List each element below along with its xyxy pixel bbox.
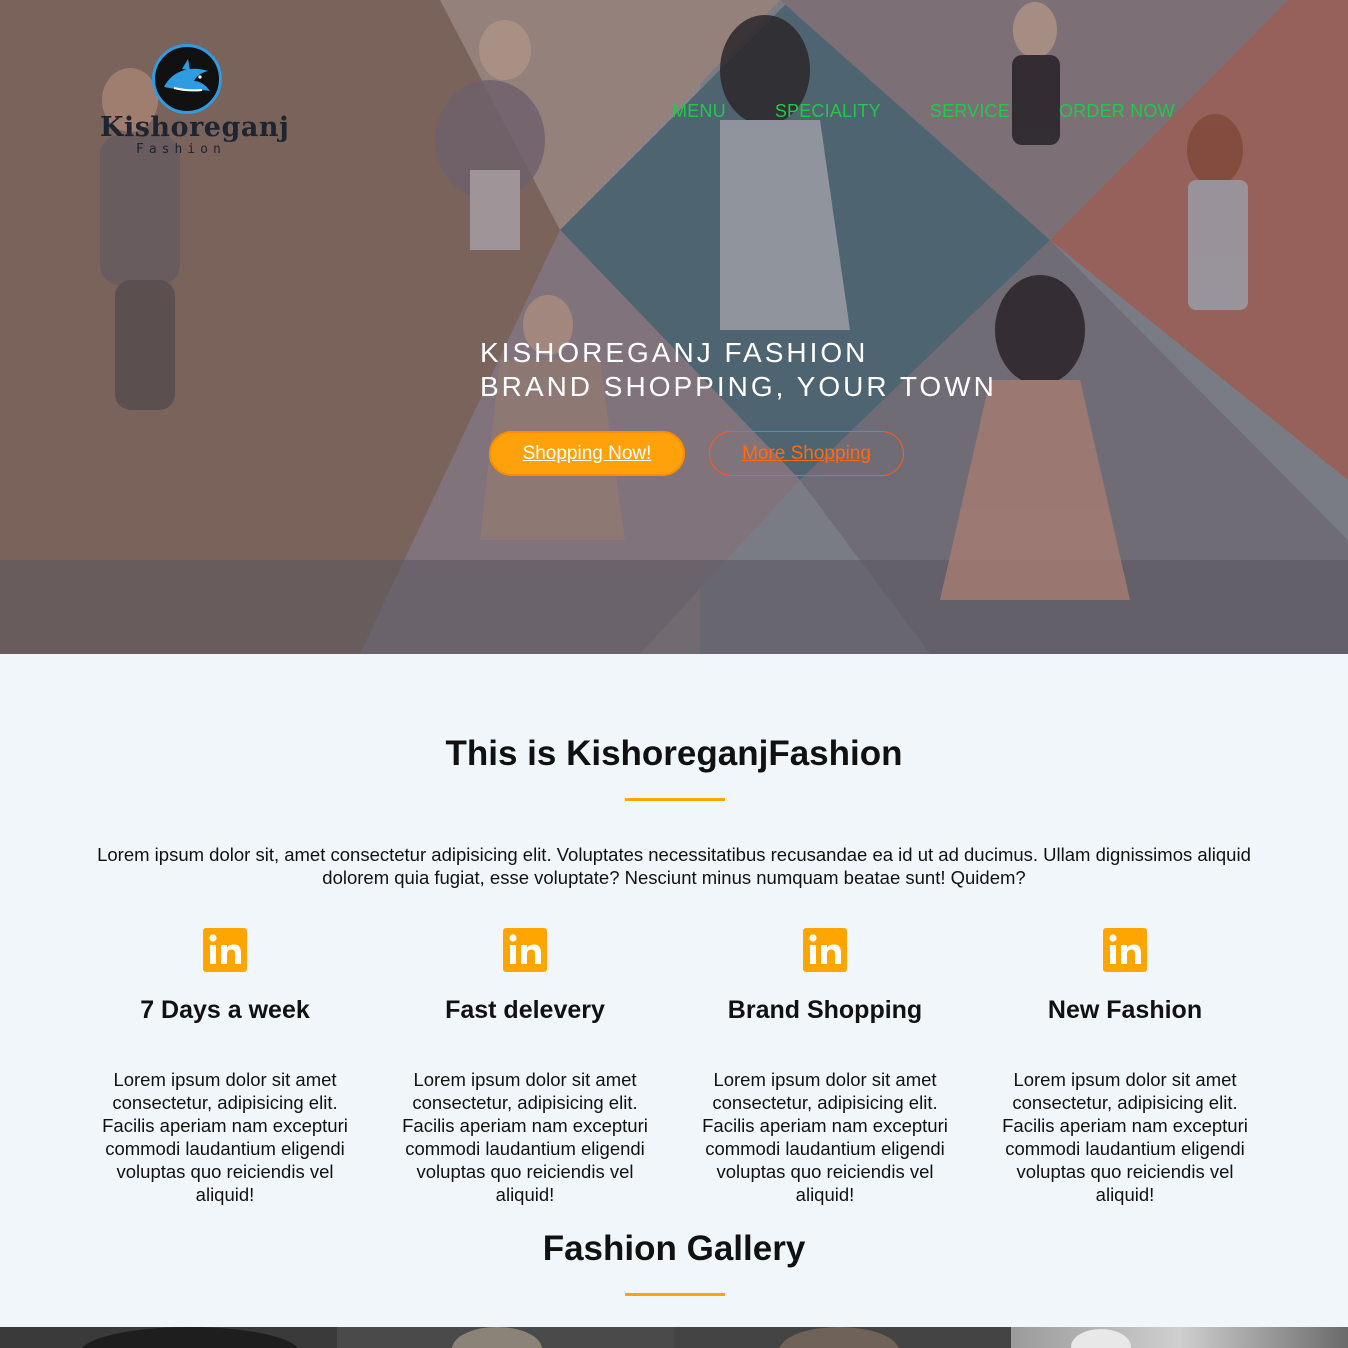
feature-card: Fast delevery Lorem ipsum dolor sit amet…	[375, 928, 675, 1206]
shark-logo-icon	[152, 44, 222, 114]
feature-card: Brand Shopping Lorem ipsum dolor sit ame…	[675, 928, 975, 1206]
feature-card: New Fashion Lorem ipsum dolor sit amet c…	[975, 928, 1275, 1206]
gallery-strip	[0, 1327, 1348, 1348]
nav-link-speciality[interactable]: SPECIALITY	[775, 101, 881, 122]
linkedin-icon[interactable]	[503, 928, 547, 972]
main-nav: MENU SPECIALITY SERVICE ORDER NOW	[672, 101, 1175, 122]
about-text: Lorem ipsum dolor sit, amet consectetur …	[97, 844, 1251, 888]
more-shopping-button[interactable]: More Shopping	[709, 431, 904, 476]
hero-heading-line1: KISHOREGANJ FASHION	[480, 337, 869, 368]
linkedin-icon[interactable]	[803, 928, 847, 972]
linkedin-icon[interactable]	[1103, 928, 1147, 972]
hero-banner: Kishoreganj Fashion MENU SPECIALITY SERV…	[0, 0, 1348, 654]
feature-title: Brand Shopping	[727, 996, 923, 1024]
feature-text: Lorem ipsum dolor sit amet consectetur, …	[102, 1069, 348, 1205]
feature-text: Lorem ipsum dolor sit amet consectetur, …	[702, 1069, 948, 1205]
feature-title: Fast delevery	[445, 996, 605, 1024]
feature-text: Lorem ipsum dolor sit amet consectetur, …	[1002, 1069, 1248, 1205]
gallery-image[interactable]	[674, 1327, 1011, 1348]
features-row: 7 Days a week Lorem ipsum dolor sit amet…	[75, 928, 1275, 1206]
brand-name: Kishoreganj	[100, 112, 290, 143]
nav-link-menu[interactable]: MENU	[672, 101, 726, 122]
gallery-image[interactable]	[1011, 1327, 1348, 1348]
nav-link-order-now[interactable]: ORDER NOW	[1059, 101, 1175, 122]
gallery-title: Fashion Gallery	[542, 1229, 806, 1268]
brand-logo[interactable]: Kishoreganj Fashion	[100, 44, 289, 159]
brand-subtitle: Fashion	[136, 142, 226, 157]
shopping-now-button[interactable]: Shopping Now!	[489, 431, 685, 476]
linkedin-icon[interactable]	[203, 928, 247, 972]
nav-link-service[interactable]: SERVICE	[930, 101, 1010, 122]
about-title-underline	[625, 798, 725, 801]
hero-heading: KISHOREGANJ FASHION BRAND SHOPPING, YOUR…	[480, 336, 997, 404]
feature-title: New Fashion	[1047, 996, 1203, 1024]
feature-text: Lorem ipsum dolor sit amet consectetur, …	[402, 1069, 648, 1205]
about-title: This is KishoreganjFashion	[445, 734, 903, 773]
hero-heading-line2: BRAND SHOPPING, YOUR TOWN	[480, 371, 997, 402]
feature-card: 7 Days a week Lorem ipsum dolor sit amet…	[75, 928, 375, 1206]
gallery-title-underline	[625, 1293, 725, 1296]
feature-title: 7 Days a week	[140, 996, 310, 1024]
gallery-image[interactable]	[0, 1327, 337, 1348]
gallery-image[interactable]	[337, 1327, 674, 1348]
